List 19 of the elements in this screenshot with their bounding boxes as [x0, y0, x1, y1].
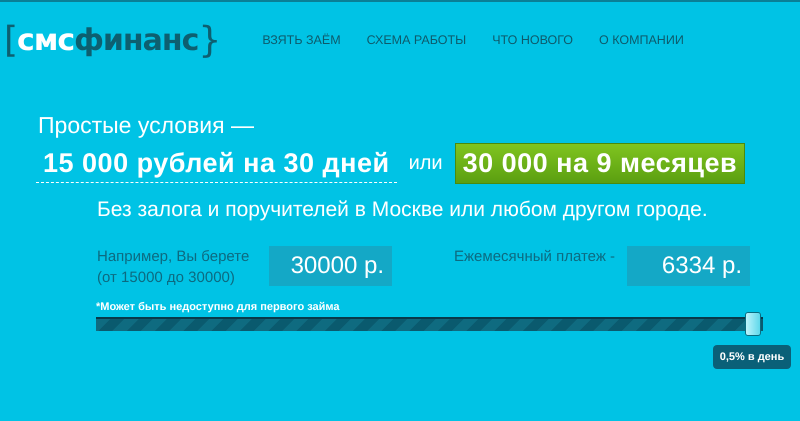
- nav-link[interactable]: ЧТО НОВОГО: [492, 33, 574, 47]
- amount-field[interactable]: 30000 р.: [269, 246, 392, 286]
- payment-label: Ежемесячный платеж -: [454, 247, 616, 267]
- slider-thumb[interactable]: [744, 312, 761, 336]
- offer-tab[interactable]: 15 000 рублей на 30 дней: [36, 144, 397, 183]
- amount-range: (от 15000 до 30000): [97, 268, 236, 288]
- subtitle: Без залога и поручителей в Москве или любом другом городе.: [97, 198, 709, 222]
- nav-link[interactable]: ВЗЯТЬ ЗАЁМ: [262, 33, 341, 47]
- nav-link[interactable]: О КОМПАНИИ: [599, 33, 684, 47]
- rate-tooltip: 0,5% в день: [712, 345, 791, 369]
- amount-label: Например, Вы берете: [97, 247, 250, 267]
- logo[interactable]: [смсфинанс}: [4, 20, 220, 60]
- headline: Простые условия —: [38, 112, 255, 139]
- payment-value: 6334 р.: [627, 246, 750, 286]
- nav-link[interactable]: СХЕМА РАБОТЫ: [366, 33, 466, 47]
- note-text: *Может быть недоступно для первого займа: [96, 301, 341, 313]
- separator-text: или: [408, 152, 443, 175]
- slider-track[interactable]: [96, 317, 763, 331]
- offer-tab[interactable]: 30 000 на 9 месяцев: [454, 143, 746, 184]
